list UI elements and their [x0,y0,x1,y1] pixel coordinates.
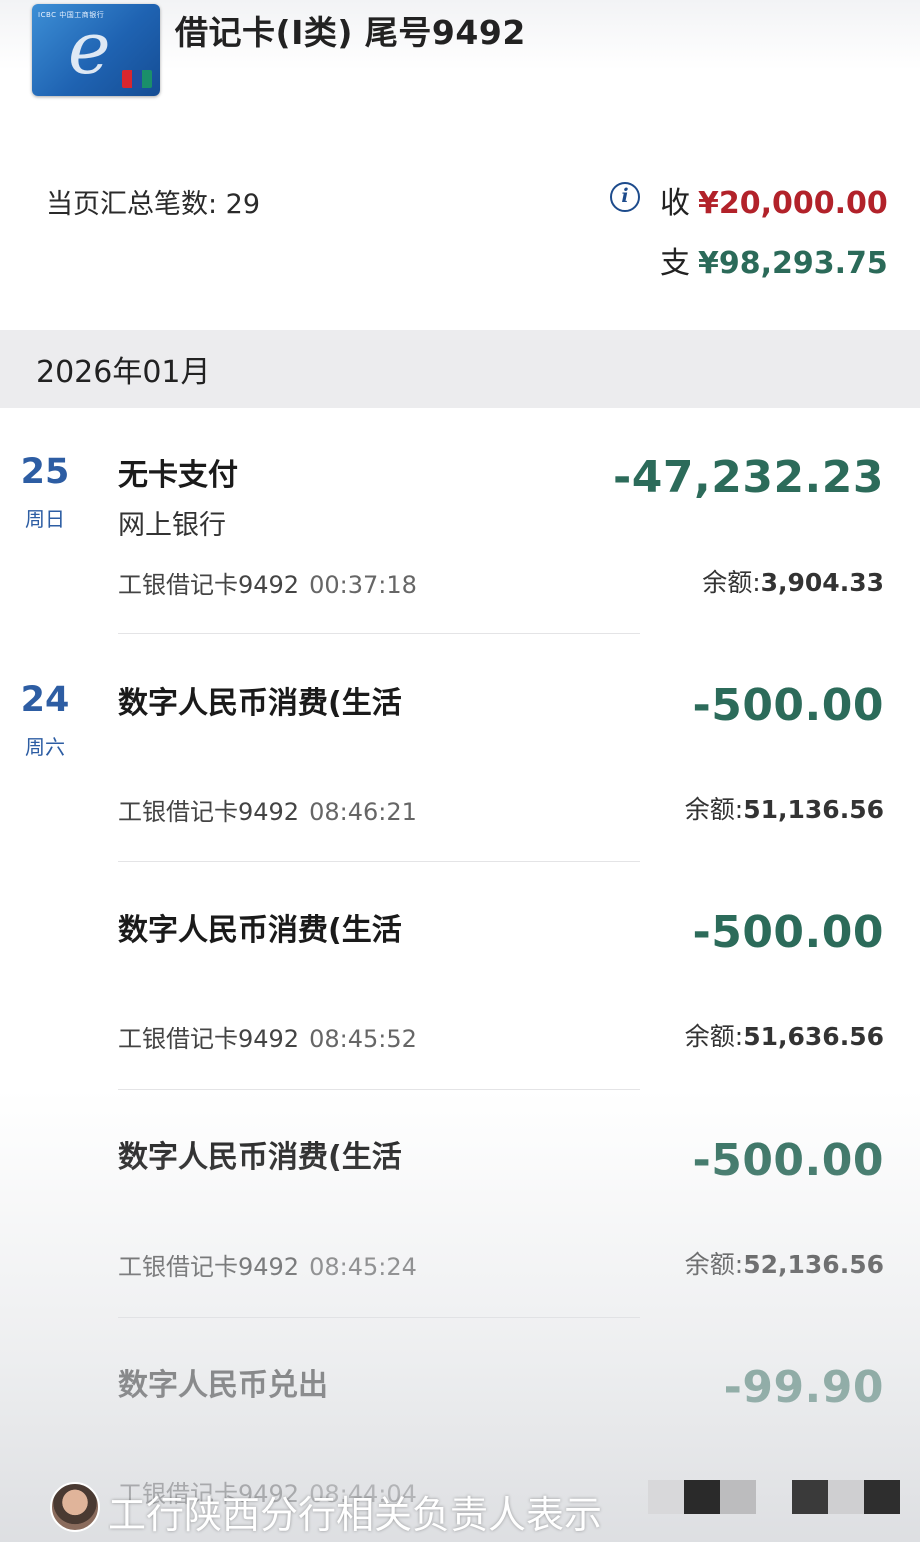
transaction-meta: 工银借记卡9492 08:45:24 [118,1247,417,1282]
transaction-balance: 余额:3,904.33 [702,563,884,599]
date-weekday: 周六 [25,735,65,759]
mosaic-block [792,1480,828,1514]
mosaic-block [864,1480,900,1514]
balance-value: 3,904.33 [760,568,884,597]
divider [118,1089,640,1090]
info-icon[interactable]: i [610,182,640,212]
balance-label: 余额: [684,1022,744,1051]
expense-label: 支 [660,246,690,281]
transaction-time: 08:45:24 [309,1253,417,1281]
date-weekday: 周日 [25,507,65,531]
expense-summary: 支 ¥98,293.75 [660,238,888,282]
transaction-channel: 网上银行 [118,510,226,541]
month-label: 2026年01月 [36,355,211,390]
income-summary: 收 ¥20,000.00 [660,178,888,222]
balance-value: 51,136.56 [743,795,884,824]
transaction-time: 00:37:18 [309,571,417,599]
transaction-title: 数字人民币消费(生活 [118,913,402,948]
transaction-title: 数字人民币兑出 [118,1368,328,1403]
transaction-time: 08:46:21 [309,798,417,826]
video-caption-bar: 工行陕西分行相关负责人表示 [0,1474,920,1542]
transaction-balance: 余额:51,136.56 [685,790,884,826]
transaction-title: 无卡支付 [118,458,238,493]
transaction-meta: 工银借记卡9492 08:46:21 [118,792,417,827]
balance-value: 52,136.56 [743,1250,884,1279]
date-day: 25 [20,452,70,492]
divider [118,861,640,862]
transaction-meta: 工银借记卡9492 08:45:52 [118,1019,417,1054]
transaction-title: 数字人民币消费(生活 [118,686,402,721]
transaction-amount: -500.00 [692,680,884,731]
mosaic-block [828,1480,864,1514]
summary-count: 当页汇总笔数: 29 [46,189,261,220]
card-e-logo-icon: e [68,6,111,90]
card-title: 借记卡(I类) 尾号9492 [175,13,526,52]
expense-amount: ¥98,293.75 [698,246,888,281]
account-name: 工银借记卡9492 [118,571,300,599]
balance-value: 51,636.56 [743,1022,884,1051]
balance-label: 余额: [702,568,761,597]
account-name: 工银借记卡9492 [118,798,300,826]
mosaic-block [720,1480,756,1514]
transaction-meta: 工银借记卡9492 00:37:18 [118,565,417,600]
transaction-title: 数字人民币消费(生活 [118,1140,402,1175]
transaction-balance: 余额:52,136.56 [685,1245,884,1281]
transaction-amount: -47,232.23 [613,452,884,503]
transaction-amount: -500.00 [692,907,884,958]
transaction-amount: -500.00 [692,1135,884,1186]
transaction-time: 08:45:52 [309,1025,417,1053]
divider [118,1317,640,1318]
balance-label: 余额: [684,1250,744,1279]
account-name: 工银借记卡9492 [118,1253,300,1281]
transaction-balance: 余额:51,636.56 [685,1017,884,1053]
mosaic-block [648,1480,684,1514]
speaker-avatar [50,1482,100,1532]
mosaic-block [684,1480,720,1514]
account-name: 工银借记卡9492 [118,1025,300,1053]
date-day: 24 [20,680,70,720]
balance-label: 余额: [684,795,744,824]
caption-text: 工行陕西分行相关负责人表示 [108,1493,603,1537]
income-label: 收 [660,186,690,221]
transaction-amount: -99.90 [723,1362,884,1413]
unionpay-icon [122,70,152,88]
income-amount: ¥20,000.00 [698,186,888,221]
divider [118,633,640,634]
card-thumbnail[interactable]: ICBC 中国工商银行 e [32,4,160,96]
